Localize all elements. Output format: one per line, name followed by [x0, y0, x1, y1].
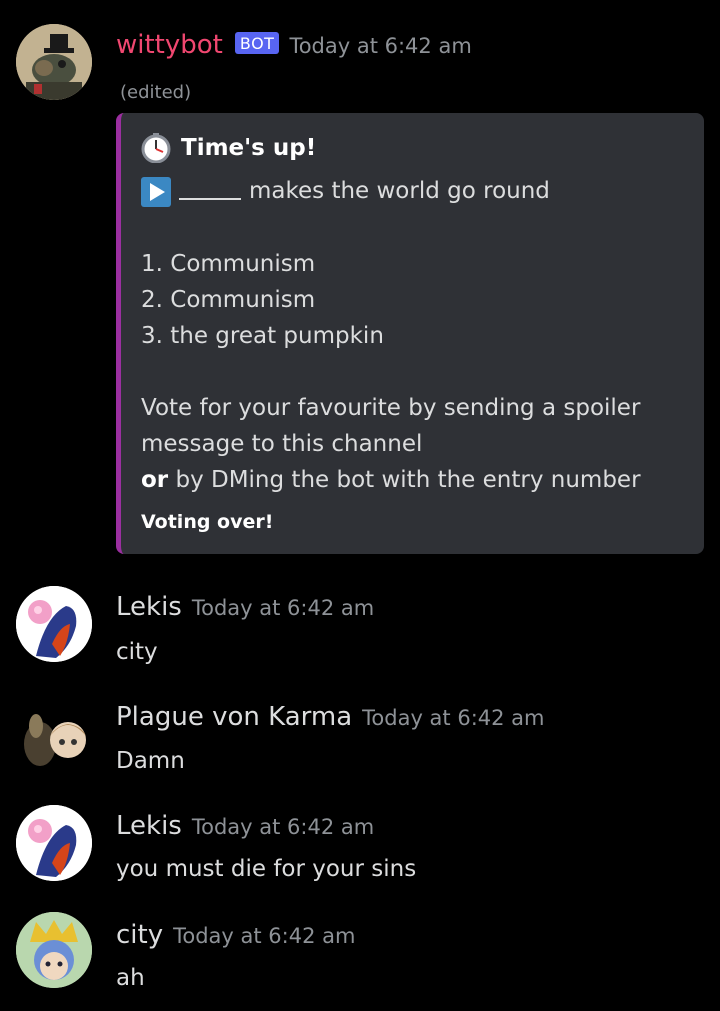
- message-plague-von-karma: Plague von Karma Today at 6:42 am Damn: [0, 690, 720, 790]
- message-lekis: Lekis Today at 6:42 am city: [0, 580, 720, 680]
- timestamp[interactable]: Today at 6:42 am: [173, 924, 355, 948]
- vote-line-1: Vote for your favourite by sending a spo…: [141, 395, 641, 421]
- author-name[interactable]: Plague von Karma: [116, 702, 352, 732]
- author-name[interactable]: wittybot: [116, 30, 223, 60]
- author-line: Lekis Today at 6:42 am: [116, 592, 374, 622]
- vote-or: or: [141, 467, 169, 493]
- vote-line-2: message to this channel: [141, 431, 423, 457]
- avatar[interactable]: [16, 805, 92, 881]
- lekis-avatar-image: [16, 805, 92, 881]
- message-text: ah: [116, 965, 145, 991]
- embed-title: Time's up!: [141, 133, 316, 163]
- entry-3: 3. the great pumpkin: [141, 323, 384, 349]
- entry-2: 2. Communism: [141, 287, 316, 313]
- author-line: wittybot BOT Today at 6:42 am: [116, 30, 472, 60]
- plague-avatar-image: [16, 696, 92, 772]
- lekis-avatar-image: [16, 586, 92, 662]
- author-name[interactable]: Lekis: [116, 592, 182, 622]
- embed: Time's up! makes the world go round 1. C…: [116, 113, 704, 554]
- timestamp[interactable]: Today at 6:42 am: [362, 706, 544, 730]
- author-line: Lekis Today at 6:42 am: [116, 811, 374, 841]
- message-text: Damn: [116, 748, 185, 774]
- city-avatar-image: [16, 912, 92, 988]
- avatar[interactable]: [16, 586, 92, 662]
- author-line: city Today at 6:42 am: [116, 920, 355, 950]
- entry-1: 1. Communism: [141, 251, 316, 277]
- message-text: city: [116, 639, 158, 665]
- timestamp[interactable]: Today at 6:42 am: [192, 596, 374, 620]
- author-name[interactable]: Lekis: [116, 811, 182, 841]
- author-line: Plague von Karma Today at 6:42 am: [116, 702, 545, 732]
- stopwatch-icon: [141, 133, 171, 163]
- author-name[interactable]: city: [116, 920, 163, 950]
- timestamp[interactable]: Today at 6:42 am: [192, 815, 374, 839]
- play-icon: [141, 176, 171, 207]
- embed-title-text: Time's up!: [181, 135, 317, 161]
- vote-line-3: or by DMing the bot with the entry numbe…: [141, 467, 641, 493]
- prompt-text: makes the world go round: [249, 178, 550, 204]
- prompt-blank: [179, 176, 241, 200]
- timestamp[interactable]: Today at 6:42 am: [289, 34, 471, 58]
- avatar[interactable]: [16, 24, 92, 100]
- embed-footer: Voting over!: [141, 511, 274, 533]
- vote-line-3-rest: by DMing the bot with the entry number: [168, 467, 641, 493]
- message-wittybot: wittybot BOT Today at 6:42 am (edited) Tim…: [0, 0, 720, 560]
- message-city: city Today at 6:42 am ah: [0, 908, 720, 1008]
- wittybot-avatar-image: [16, 24, 92, 100]
- avatar[interactable]: [16, 696, 92, 772]
- message-text: you must die for your sins: [116, 856, 417, 882]
- edited-label: (edited): [120, 82, 192, 103]
- prompt-line: makes the world go round: [141, 176, 550, 207]
- bot-badge: BOT: [234, 32, 280, 54]
- message-lekis: Lekis Today at 6:42 am you must die for y…: [0, 799, 720, 899]
- avatar[interactable]: [16, 912, 92, 988]
